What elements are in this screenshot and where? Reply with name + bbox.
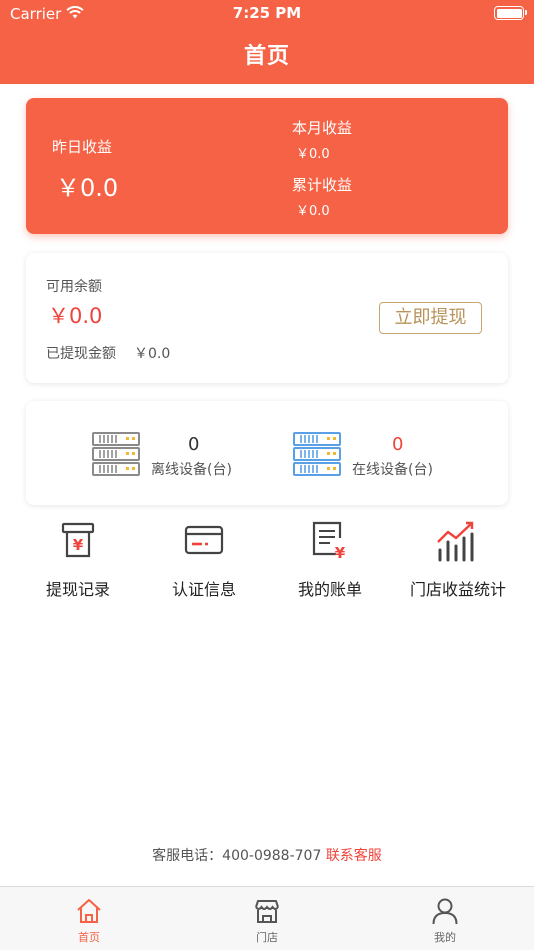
tab-mine-label: 我的 bbox=[434, 931, 456, 944]
online-device-label: 在线设备(台) bbox=[352, 462, 433, 478]
card-icon bbox=[184, 525, 224, 555]
customer-service-line: 客服电话：400-0988-707 联系客服 bbox=[0, 845, 534, 865]
store-stats-label: 门店收益统计 bbox=[409, 580, 506, 599]
tab-bar: 首页 门店 我的 bbox=[0, 886, 534, 950]
online-device-count: 0 bbox=[392, 434, 404, 455]
month-earnings-label: 本月收益 bbox=[292, 119, 353, 137]
withdraw-record-icon: ¥ bbox=[61, 522, 95, 558]
month-earnings-value: ￥0.0 bbox=[296, 147, 330, 162]
offline-device-count: 0 bbox=[188, 434, 200, 455]
online-server-icon bbox=[293, 432, 341, 476]
home-icon bbox=[77, 899, 101, 923]
service-phone-number[interactable]: 400-0988-707 bbox=[222, 848, 321, 864]
page-title: 首页 bbox=[243, 44, 290, 69]
bar-chart-icon bbox=[437, 521, 474, 562]
header: Carrier 7:25 PM 首页 bbox=[0, 0, 534, 84]
service-phone-label: 客服电话： bbox=[152, 848, 223, 864]
my-bill-button[interactable]: ¥ 我的账单 bbox=[282, 520, 378, 604]
svg-text:¥: ¥ bbox=[335, 544, 346, 560]
bill-icon: ¥ bbox=[312, 521, 346, 560]
withdraw-record-button[interactable]: ¥ 提现记录 bbox=[30, 520, 126, 604]
device-card: 0 离线设备(台) 0 在线设备(台) bbox=[26, 401, 508, 505]
tab-home-label: 首页 bbox=[78, 931, 100, 944]
earnings-card: 昨日收益 ￥0.0 本月收益 ￥0.0 累计收益 ￥0.0 bbox=[26, 98, 508, 234]
withdrawn-amount-value: ￥0.0 bbox=[134, 346, 171, 362]
tab-mine[interactable]: 我的 bbox=[356, 887, 534, 950]
user-icon bbox=[432, 898, 458, 925]
total-earnings-value: ￥0.0 bbox=[296, 204, 330, 219]
withdraw-now-button[interactable]: 立即提现 bbox=[379, 302, 482, 334]
balance-card: 可用余额 ￥0.0 已提现金额 ￥0.0 立即提现 bbox=[26, 253, 508, 383]
store-stats-button[interactable]: 门店收益统计 bbox=[392, 520, 524, 604]
tab-store[interactable]: 门店 bbox=[178, 887, 356, 950]
svg-text:¥: ¥ bbox=[73, 536, 84, 554]
tab-home[interactable]: 首页 bbox=[0, 887, 178, 950]
available-balance-value: ￥0.0 bbox=[48, 304, 103, 328]
available-balance-label: 可用余额 bbox=[46, 279, 102, 295]
certification-info-button[interactable]: 认证信息 bbox=[156, 520, 252, 604]
tab-store-label: 门店 bbox=[256, 931, 278, 944]
contact-service-link[interactable]: 联系客服 bbox=[326, 848, 382, 864]
status-bar: Carrier 7:25 PM bbox=[0, 0, 534, 28]
store-icon bbox=[255, 900, 279, 923]
status-time: 7:25 PM bbox=[232, 4, 302, 22]
yesterday-earnings-value: ￥0.0 bbox=[56, 174, 119, 202]
battery-icon bbox=[494, 6, 527, 20]
my-bill-label: 我的账单 bbox=[297, 580, 362, 599]
withdraw-record-label: 提现记录 bbox=[45, 580, 110, 599]
certification-info-label: 认证信息 bbox=[171, 580, 236, 599]
offline-device-label: 离线设备(台) bbox=[151, 462, 232, 478]
total-earnings-label: 累计收益 bbox=[292, 176, 353, 194]
withdrawn-amount-label: 已提现金额 bbox=[46, 346, 116, 362]
offline-server-icon bbox=[92, 432, 140, 476]
yesterday-earnings-label: 昨日收益 bbox=[52, 138, 113, 156]
